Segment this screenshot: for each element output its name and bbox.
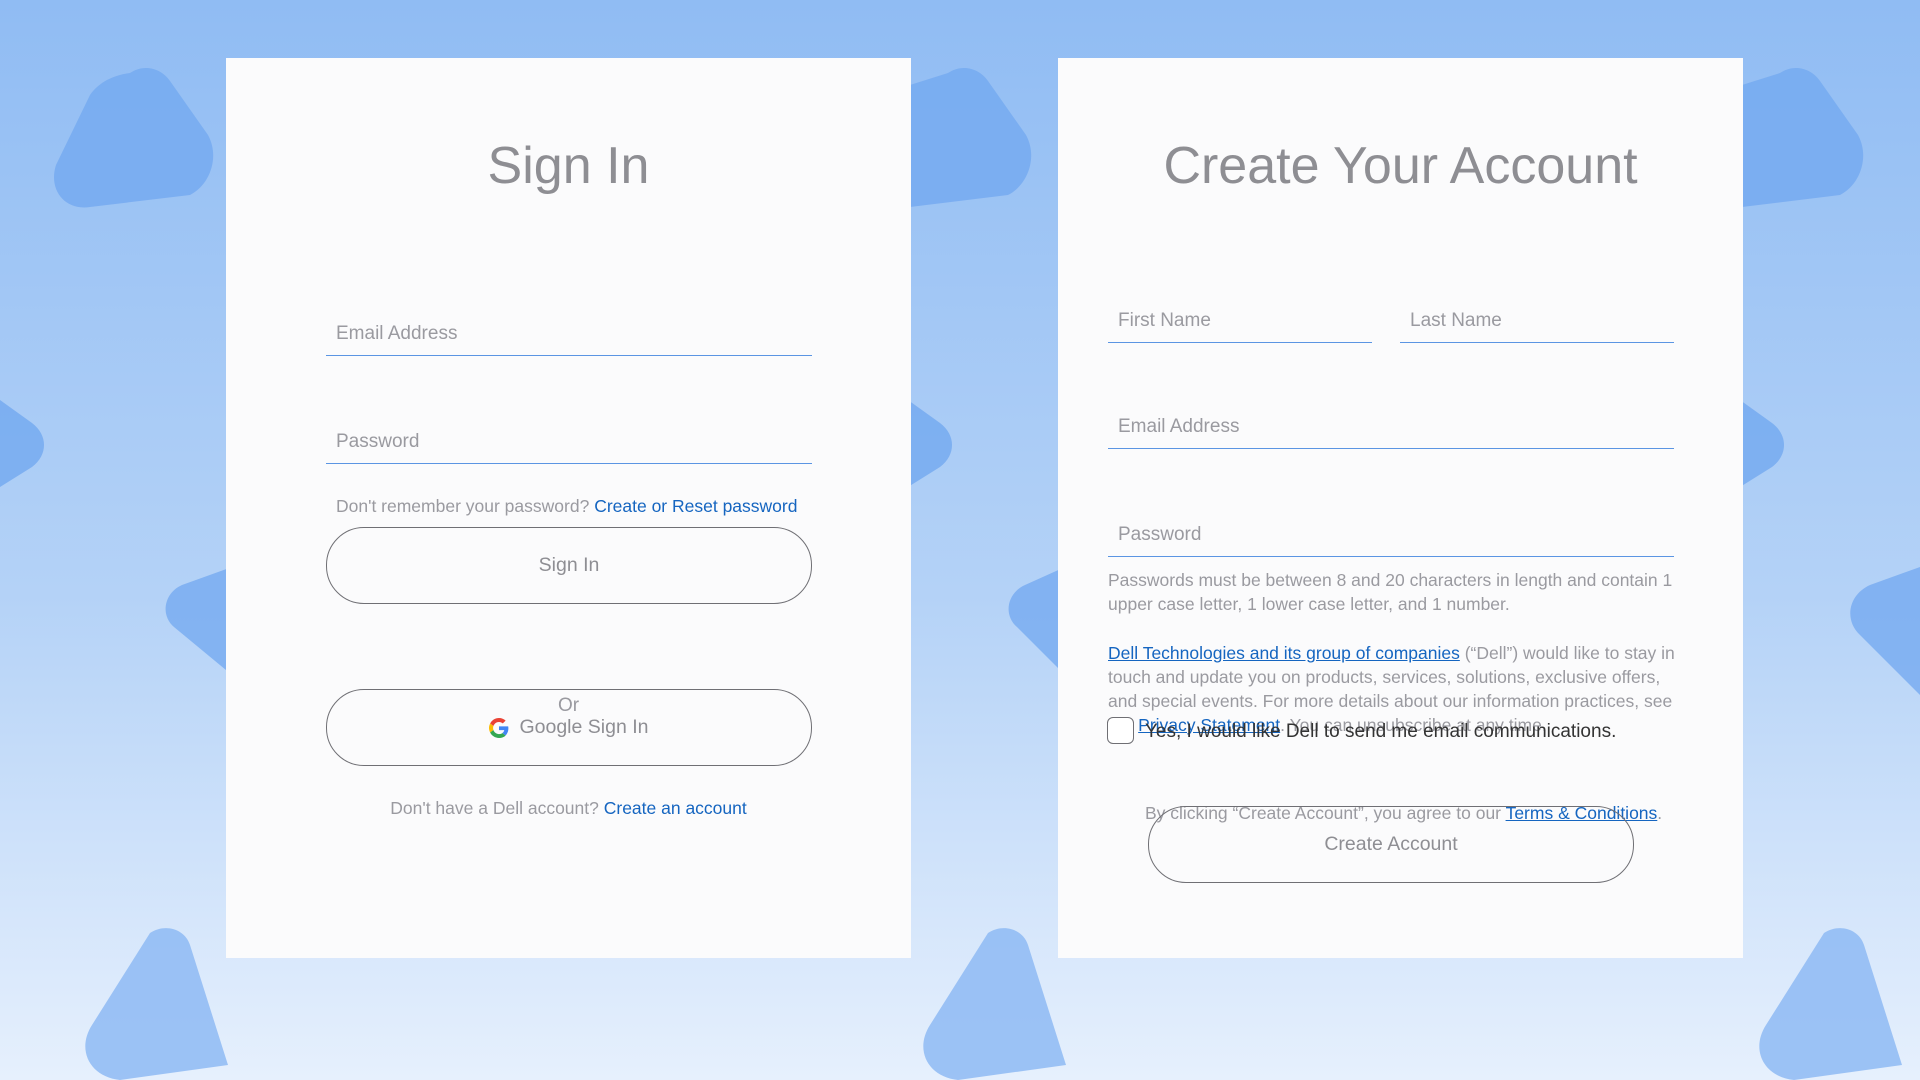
create-account-card: Create Your Account Passwords must be be…: [1058, 58, 1743, 958]
bg-triangle-shape: [165, 567, 232, 675]
create-password-input[interactable]: [1108, 513, 1674, 556]
create-email-input[interactable]: [1108, 405, 1674, 448]
bg-triangle-shape: [923, 928, 1066, 1080]
last-name-field[interactable]: [1400, 299, 1674, 343]
signin-password-input[interactable]: [326, 420, 812, 463]
password-hint: Passwords must be between 8 and 20 chara…: [1108, 570, 1673, 614]
email-opt-in-label[interactable]: Yes, I would like Dell to send me email …: [1145, 721, 1616, 743]
bg-triangle-shape: [1850, 567, 1920, 695]
bg-triangle-shape: [1740, 400, 1784, 487]
google-signin-button[interactable]: Google Sign In: [326, 689, 812, 766]
bg-triangle-shape: [0, 400, 44, 487]
signin-button[interactable]: Sign In: [326, 527, 812, 604]
email-opt-in-checkbox[interactable]: [1107, 717, 1134, 744]
create-account-button-label: Create Account: [1324, 833, 1458, 855]
create-account-link[interactable]: Create an account: [604, 798, 747, 818]
signin-email-field[interactable]: [326, 312, 812, 356]
bg-triangle-shape: [85, 928, 228, 1080]
signin-password-field[interactable]: [326, 420, 812, 464]
agree-terms-end: .: [1657, 803, 1663, 823]
signin-email-input[interactable]: [326, 312, 812, 355]
signin-button-label: Sign In: [538, 554, 600, 576]
bg-triangle-shape: [1742, 67, 1864, 208]
signin-title: Sign In: [487, 137, 650, 195]
last-name-input[interactable]: [1400, 299, 1674, 342]
forgot-password-text: Don't remember your password?: [336, 496, 590, 516]
bg-triangle-shape: [910, 67, 1032, 208]
dell-companies-link[interactable]: Dell Technologies and its group of compa…: [1108, 643, 1460, 663]
no-account-row: Don't have a Dell account? Create an acc…: [226, 798, 911, 819]
bg-triangle-shape: [1008, 567, 1065, 675]
first-name-field[interactable]: [1108, 299, 1372, 343]
bg-triangle-shape: [1759, 928, 1902, 1080]
bg-triangle-shape: [54, 67, 214, 208]
no-account-text: Don't have a Dell account?: [390, 798, 599, 818]
signin-card: Sign In Don't remember your password? Cr…: [226, 58, 911, 958]
create-password-field[interactable]: [1108, 513, 1674, 557]
bg-triangle-shape: [908, 400, 952, 487]
create-email-field[interactable]: [1108, 405, 1674, 449]
reset-password-link[interactable]: Create or Reset password: [594, 496, 797, 516]
forgot-password-row: Don't remember your password? Create or …: [336, 496, 797, 517]
first-name-input[interactable]: [1108, 299, 1372, 342]
google-signin-label: Google Sign In: [519, 716, 649, 738]
create-account-button[interactable]: Create Account: [1148, 806, 1634, 883]
google-g-icon: [489, 717, 509, 738]
create-account-title: Create Your Account: [1163, 137, 1638, 195]
